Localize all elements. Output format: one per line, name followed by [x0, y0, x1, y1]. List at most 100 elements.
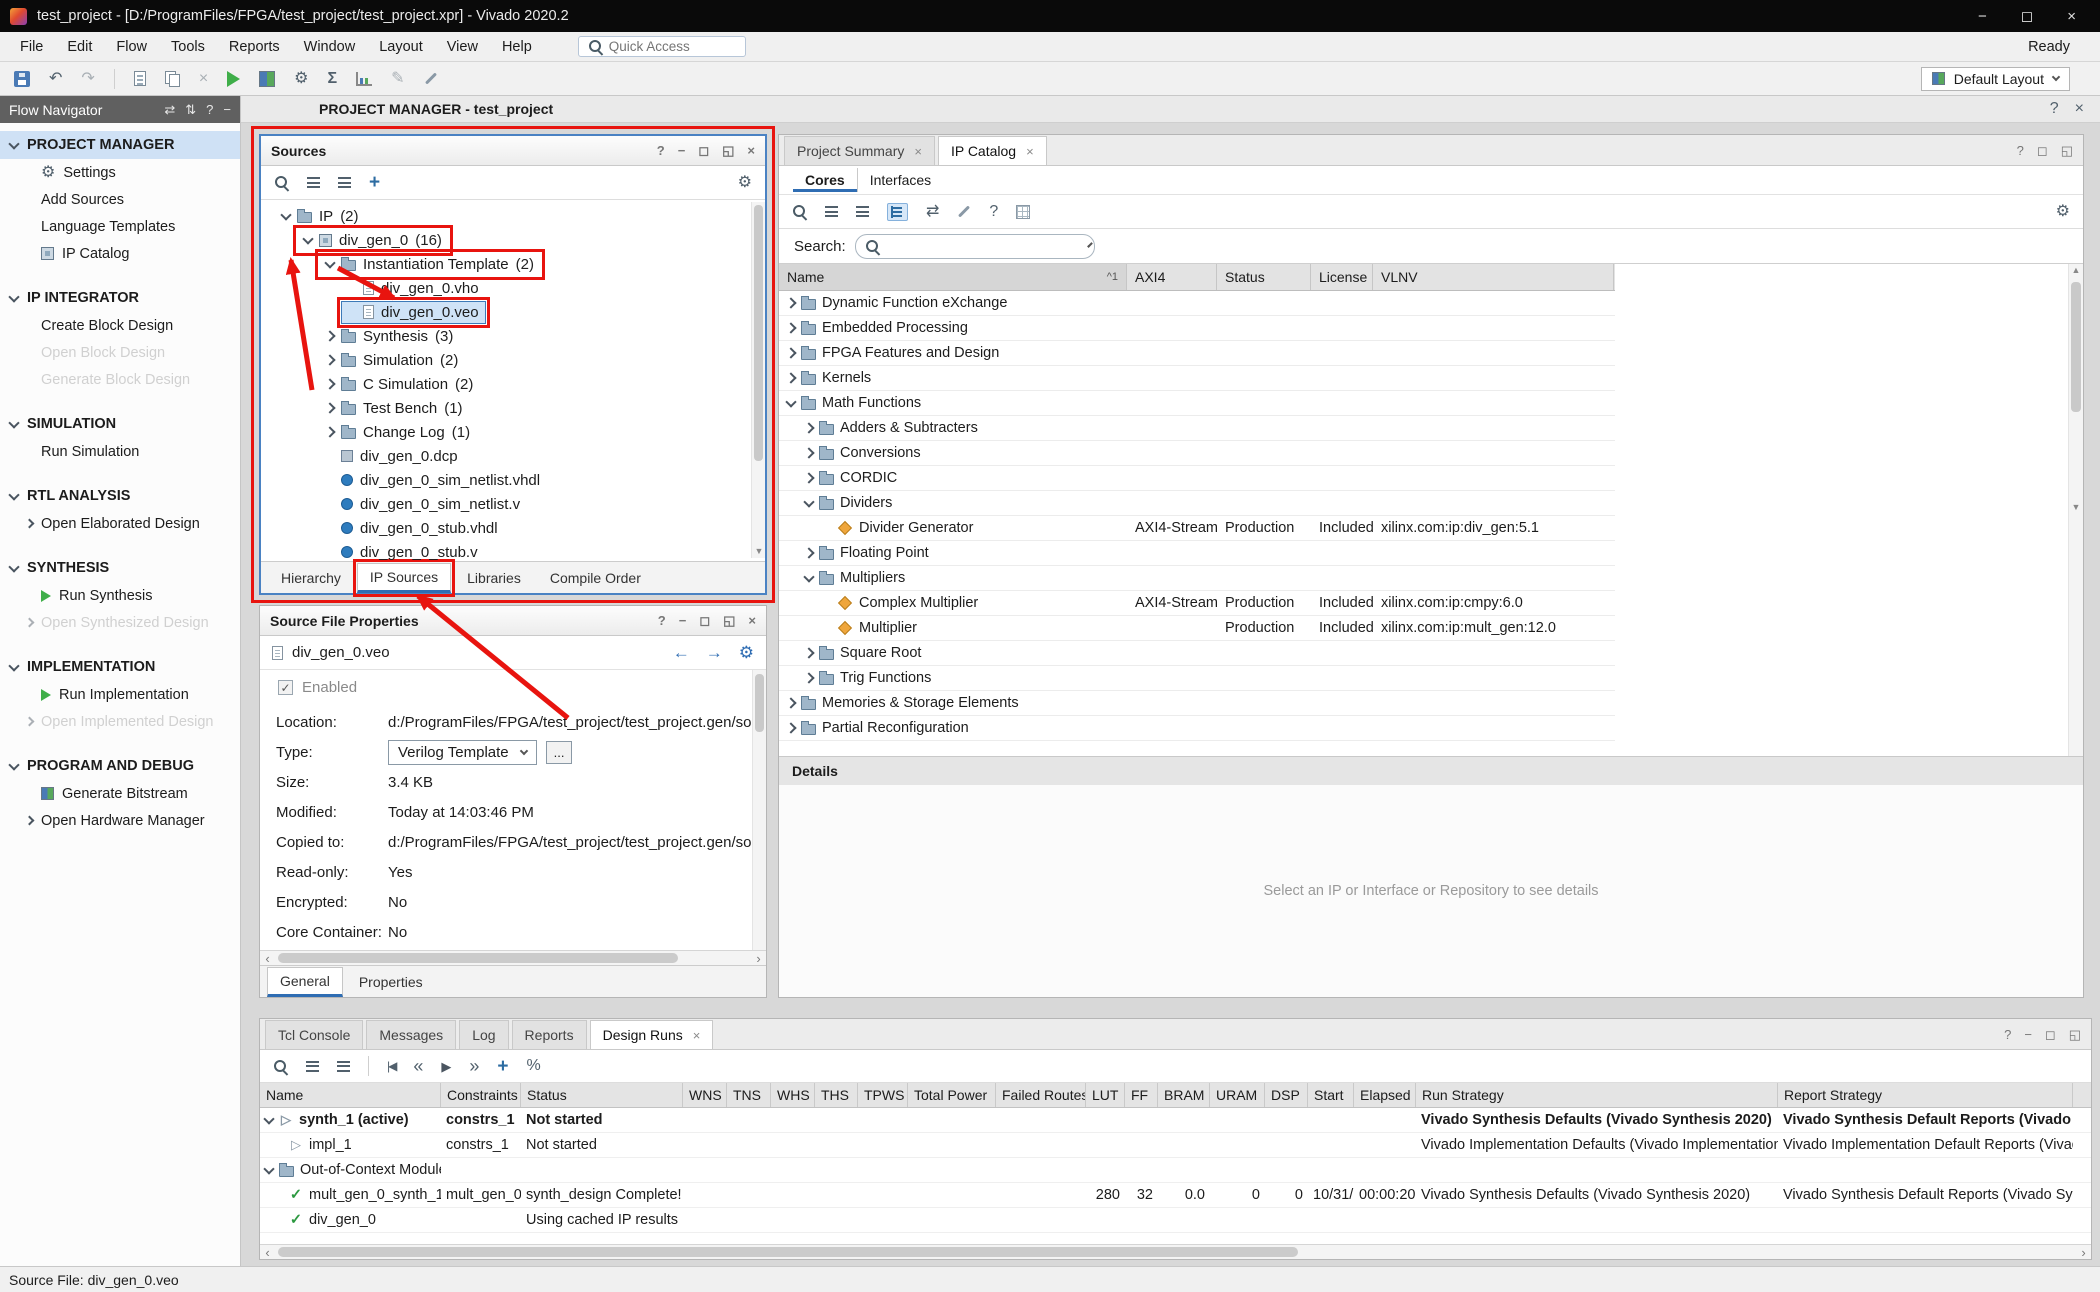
column-header-uram[interactable]: URAM [1210, 1083, 1265, 1107]
quick-access-search[interactable] [578, 36, 746, 57]
menu-item-view[interactable]: View [435, 35, 490, 59]
expand-collapse-icon[interactable] [185, 103, 196, 116]
fn-item-settings[interactable]: Settings [0, 159, 240, 186]
settings-gear-button[interactable] [294, 71, 308, 87]
menu-item-flow[interactable]: Flow [104, 35, 159, 59]
column-header-license[interactable]: License [1311, 264, 1373, 290]
catalog-row-dynamic-function-exchange[interactable]: Dynamic Function eXchange [779, 291, 1615, 316]
column-header-total-power[interactable]: Total Power [908, 1083, 996, 1107]
fn-item-add-sources[interactable]: Add Sources [0, 186, 240, 213]
fn-section-simulation[interactable]: SIMULATION [0, 410, 240, 438]
column-header-tpws[interactable]: TPWS [858, 1083, 908, 1107]
tab-ip-sources[interactable]: IP Sources [357, 563, 451, 593]
enabled-checkbox[interactable] [278, 680, 293, 695]
first-run-icon[interactable] [387, 1060, 395, 1072]
copy-button[interactable] [165, 71, 180, 86]
chart-button[interactable] [356, 72, 372, 86]
scrollbar-thumb[interactable] [278, 953, 678, 963]
sources-scrollbar[interactable] [751, 202, 765, 558]
fn-item-ip-catalog[interactable]: IP Catalog [0, 240, 240, 267]
scrollbar-thumb[interactable] [755, 674, 764, 732]
search-icon[interactable] [274, 175, 289, 190]
layout-selector[interactable]: Default Layout [1921, 67, 2070, 91]
column-header-status[interactable]: Status [1217, 264, 1311, 290]
tab-messages[interactable]: Messages [366, 1020, 456, 1049]
help-icon[interactable] [206, 103, 213, 116]
maximize-button[interactable] [2021, 9, 2033, 24]
tree-row-change-log[interactable]: Change Log(1) [261, 420, 765, 444]
maximize-icon[interactable] [2061, 144, 2073, 157]
layout-blocks-button[interactable] [259, 71, 275, 87]
run-row-impl-1[interactable]: impl_1constrs_1Not startedVivado Impleme… [260, 1133, 2091, 1158]
info-icon[interactable] [989, 204, 998, 220]
close-icon[interactable] [1026, 145, 1034, 158]
launch-runs-icon[interactable] [441, 1060, 451, 1073]
scroll-down-icon[interactable] [752, 545, 766, 558]
fn-item-create-block-design[interactable]: Create Block Design [0, 312, 240, 339]
search-icon[interactable] [273, 1059, 288, 1074]
minimize-button[interactable] [1978, 9, 1987, 24]
run-button[interactable] [227, 71, 240, 87]
float-icon[interactable] [2045, 1028, 2056, 1041]
chevron-right-icon[interactable] [785, 372, 796, 383]
settings-gear-icon[interactable] [738, 175, 752, 191]
catalog-row-complex-multiplier[interactable]: Complex MultiplierAXI4-StreamProductionI… [779, 591, 1615, 616]
run-row-synth-1-active[interactable]: synth_1 (active)constrs_1Not startedViva… [260, 1108, 2091, 1133]
tree-row-div-gen-0-vho[interactable]: div_gen_0.vho [261, 276, 765, 300]
tab-tcl-console[interactable]: Tcl Console [265, 1020, 363, 1049]
minimize-icon[interactable] [223, 103, 231, 116]
repository-icon[interactable] [926, 204, 939, 220]
catalog-row-floating-point[interactable]: Floating Point [779, 541, 1615, 566]
catalog-row-trig-functions[interactable]: Trig Functions [779, 666, 1615, 691]
chevron-right-icon[interactable] [803, 672, 814, 683]
redo-button[interactable] [81, 71, 94, 87]
tree-row-div-gen-0-stub-vhdl[interactable]: div_gen_0_stub.vhdl [261, 516, 765, 540]
column-header-name[interactable]: Name [260, 1083, 441, 1107]
column-header-ths[interactable]: THS [815, 1083, 858, 1107]
menu-item-layout[interactable]: Layout [367, 35, 435, 59]
add-sources-icon[interactable] [369, 173, 380, 192]
tree-row-c-simulation[interactable]: C Simulation(2) [261, 372, 765, 396]
run-row-out-of-context-module-runs[interactable]: Out-of-Context Module Runs [260, 1158, 2091, 1183]
fn-section-project-manager[interactable]: PROJECT MANAGER [0, 131, 240, 159]
collapse-all-icon[interactable] [306, 1061, 319, 1072]
tab-reports[interactable]: Reports [512, 1020, 587, 1049]
catalog-row-math-functions[interactable]: Math Functions [779, 391, 1615, 416]
tree-row-div-gen-0[interactable]: div_gen_0(16) [261, 228, 765, 252]
column-header-lut[interactable]: LUT [1086, 1083, 1125, 1107]
catalog-row-multiplier[interactable]: MultiplierProductionIncludedxilinx.com:i… [779, 616, 1615, 641]
fn-item-run-implementation[interactable]: Run Implementation [0, 681, 240, 708]
chevron-down-icon[interactable] [263, 1163, 274, 1174]
next-run-icon[interactable] [469, 1057, 479, 1075]
chevron-right-icon[interactable] [803, 422, 814, 433]
save-button[interactable] [14, 71, 30, 87]
tree-row-synthesis[interactable]: Synthesis(3) [261, 324, 765, 348]
chevron-right-icon[interactable] [803, 547, 814, 558]
search-icon[interactable] [792, 204, 807, 219]
chevron-down-icon[interactable] [803, 571, 814, 582]
tab-project-summary[interactable]: Project Summary [784, 136, 935, 165]
tree-row-div-gen-0-sim-netlist-vhdl[interactable]: div_gen_0_sim_netlist.vhdl [261, 468, 765, 492]
sum-button[interactable] [328, 71, 338, 87]
scroll-down-icon[interactable] [2069, 501, 2083, 514]
tab-properties[interactable]: Properties [346, 968, 436, 996]
fn-item-open-elaborated-design[interactable]: Open Elaborated Design [0, 510, 240, 537]
subtab-cores[interactable]: Cores [793, 168, 857, 192]
catalog-scrollbar[interactable] [2068, 264, 2083, 756]
dock-icon[interactable] [164, 103, 175, 116]
help-icon[interactable] [2050, 101, 2059, 117]
column-header-elapsed[interactable]: Elapsed [1354, 1083, 1416, 1107]
close-icon[interactable] [914, 145, 922, 158]
fn-item-language-templates[interactable]: Language Templates [0, 213, 240, 240]
column-header-whs[interactable]: WHS [771, 1083, 815, 1107]
tree-row-div-gen-0-stub-v[interactable]: div_gen_0_stub.v [261, 540, 765, 561]
float-icon[interactable] [2037, 144, 2048, 157]
grid-view-icon[interactable] [1016, 205, 1030, 219]
catalog-row-embedded-processing[interactable]: Embedded Processing [779, 316, 1615, 341]
catalog-row-kernels[interactable]: Kernels [779, 366, 1615, 391]
tab-log[interactable]: Log [459, 1020, 508, 1049]
column-header-bram[interactable]: BRAM [1158, 1083, 1210, 1107]
tree-row-div-gen-0-dcp[interactable]: div_gen_0.dcp [261, 444, 765, 468]
report-button[interactable] [134, 71, 146, 86]
help-icon[interactable] [2004, 1028, 2011, 1041]
